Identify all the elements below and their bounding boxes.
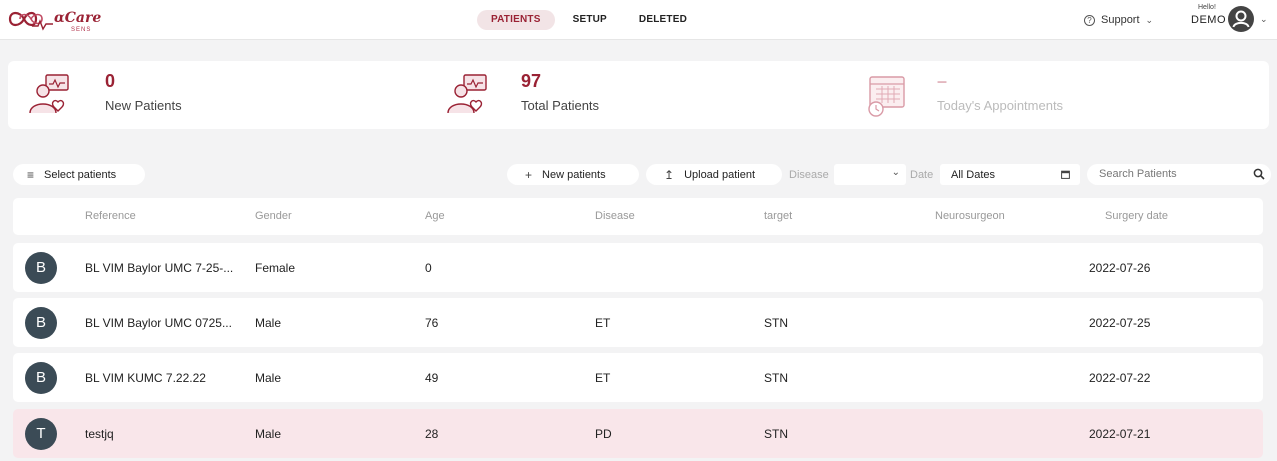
new-patients-label: New patients (542, 168, 606, 181)
user-menu-chevron-icon[interactable]: ⌄ (1260, 14, 1268, 25)
patient-avatar: B (25, 362, 57, 394)
upload-icon: ↥ (664, 167, 675, 182)
cell-age: 76 (425, 316, 439, 330)
patient-heart-icon (447, 74, 487, 114)
cell-gender: Male (255, 316, 282, 330)
stat-todays-appointments: – Today's Appointments (848, 61, 1268, 129)
search-box (1087, 164, 1271, 185)
cell-surgery-date: 2022-07-26 (1089, 261, 1151, 275)
cell-disease: ET (595, 316, 611, 330)
tab-deleted[interactable]: DELETED (625, 10, 701, 30)
greeting-text: Hello! (1198, 4, 1216, 11)
plus-icon: + (525, 167, 533, 182)
column-header-disease[interactable]: Disease (595, 210, 635, 222)
cell-reference: BL VIM KUMC 7.22.22 (85, 371, 206, 385)
cell-target: STN (764, 371, 788, 385)
disease-filter-label: Disease (789, 169, 829, 181)
stat-label: New Patients (105, 98, 182, 113)
new-patients-button[interactable]: + New patients (507, 164, 639, 185)
stat-new-patients: 0 New Patients (8, 61, 428, 129)
cell-reference: BL VIM Baylor UMC 0725... (85, 316, 232, 330)
search-icon[interactable] (1253, 168, 1265, 180)
tab-patients[interactable]: PATIENTS (477, 10, 555, 30)
patient-heart-icon (29, 74, 69, 114)
date-select[interactable]: All Dates (940, 164, 1080, 185)
column-header-target[interactable]: target (764, 210, 792, 222)
cell-gender: Female (255, 261, 296, 275)
cell-reference: BL VIM Baylor UMC 7-25-... (85, 261, 234, 275)
top-bar: αCare SENS PATIENTS SETUP DELETED ? Supp… (0, 0, 1277, 40)
chevron-down-icon: ⌄ (1145, 14, 1154, 25)
table-row[interactable]: B BL VIM Baylor UMC 0725... Male 76 ET S… (13, 298, 1263, 347)
cell-disease: PD (595, 427, 612, 441)
patient-avatar: B (25, 307, 57, 339)
cell-target: STN (764, 427, 788, 441)
support-menu[interactable]: ? Support ⌄ (1084, 14, 1153, 26)
stat-value: 0 (105, 71, 116, 91)
cell-disease: ET (595, 371, 611, 385)
date-select-value: All Dates (951, 169, 996, 181)
search-input[interactable] (1099, 168, 1249, 180)
logo-subtext: SENS (71, 27, 92, 33)
cell-age: 0 (425, 261, 432, 275)
user-icon (1232, 10, 1250, 28)
column-header-age[interactable]: Age (425, 210, 445, 222)
disease-select[interactable]: ⌄ (834, 164, 906, 185)
column-header-gender[interactable]: Gender (255, 210, 292, 222)
cell-surgery-date: 2022-07-21 (1089, 427, 1151, 441)
patient-avatar: T (25, 418, 57, 450)
checklist-icon: ≡ (27, 167, 35, 182)
stat-total-patients: 97 Total Patients (428, 61, 848, 129)
calendar-clock-icon (868, 76, 905, 117)
cell-gender: Male (255, 371, 282, 385)
cell-target: STN (764, 316, 788, 330)
cell-age: 28 (425, 427, 439, 441)
user-avatar[interactable] (1228, 6, 1254, 32)
select-patients-label: Select patients (44, 168, 117, 181)
cell-gender: Male (255, 427, 282, 441)
cell-reference: testjq (85, 427, 114, 441)
column-header-surgery-date[interactable]: Surgery date (1105, 210, 1168, 222)
stats-card: 0 New Patients 97 Total Patients – Today… (8, 61, 1269, 129)
stat-value: – (937, 71, 948, 91)
cell-surgery-date: 2022-07-25 (1089, 316, 1151, 330)
tab-setup[interactable]: SETUP (559, 10, 621, 30)
main-nav: PATIENTS SETUP DELETED (477, 10, 701, 30)
cell-surgery-date: 2022-07-22 (1089, 371, 1151, 385)
calendar-icon (1061, 170, 1070, 179)
stat-label: Total Patients (521, 98, 600, 113)
logo-mark-icon (8, 11, 53, 31)
upload-patient-button[interactable]: ↥ Upload patient (646, 164, 782, 185)
logo-text: αCare (54, 10, 102, 26)
column-header-reference[interactable]: Reference (85, 210, 136, 222)
date-filter-label: Date (910, 169, 934, 181)
column-header-neurosurgeon[interactable]: Neurosurgeon (935, 210, 1005, 222)
table-row[interactable]: B BL VIM KUMC 7.22.22 Male 49 ET STN 202… (13, 353, 1263, 402)
table-header: Reference Gender Age Disease target Neur… (13, 198, 1263, 235)
stat-value: 97 (521, 71, 542, 91)
chevron-down-icon: ⌄ (891, 167, 900, 178)
table-row-selected[interactable]: T testjq Male 28 PD STN 2022-07-21 (13, 409, 1263, 458)
cell-age: 49 (425, 371, 439, 385)
table-row[interactable]: B BL VIM Baylor UMC 7-25-... Female 0 20… (13, 243, 1263, 292)
user-name: DEMO (1191, 14, 1226, 26)
app-logo[interactable]: αCare SENS (6, 6, 101, 34)
upload-patient-label: Upload patient (684, 168, 756, 181)
help-circle-icon: ? (1084, 14, 1095, 26)
support-label: Support (1101, 14, 1140, 26)
patient-avatar: B (25, 252, 57, 284)
stat-label: Today's Appointments (937, 98, 1064, 113)
select-patients-button[interactable]: ≡ Select patients (13, 164, 145, 185)
